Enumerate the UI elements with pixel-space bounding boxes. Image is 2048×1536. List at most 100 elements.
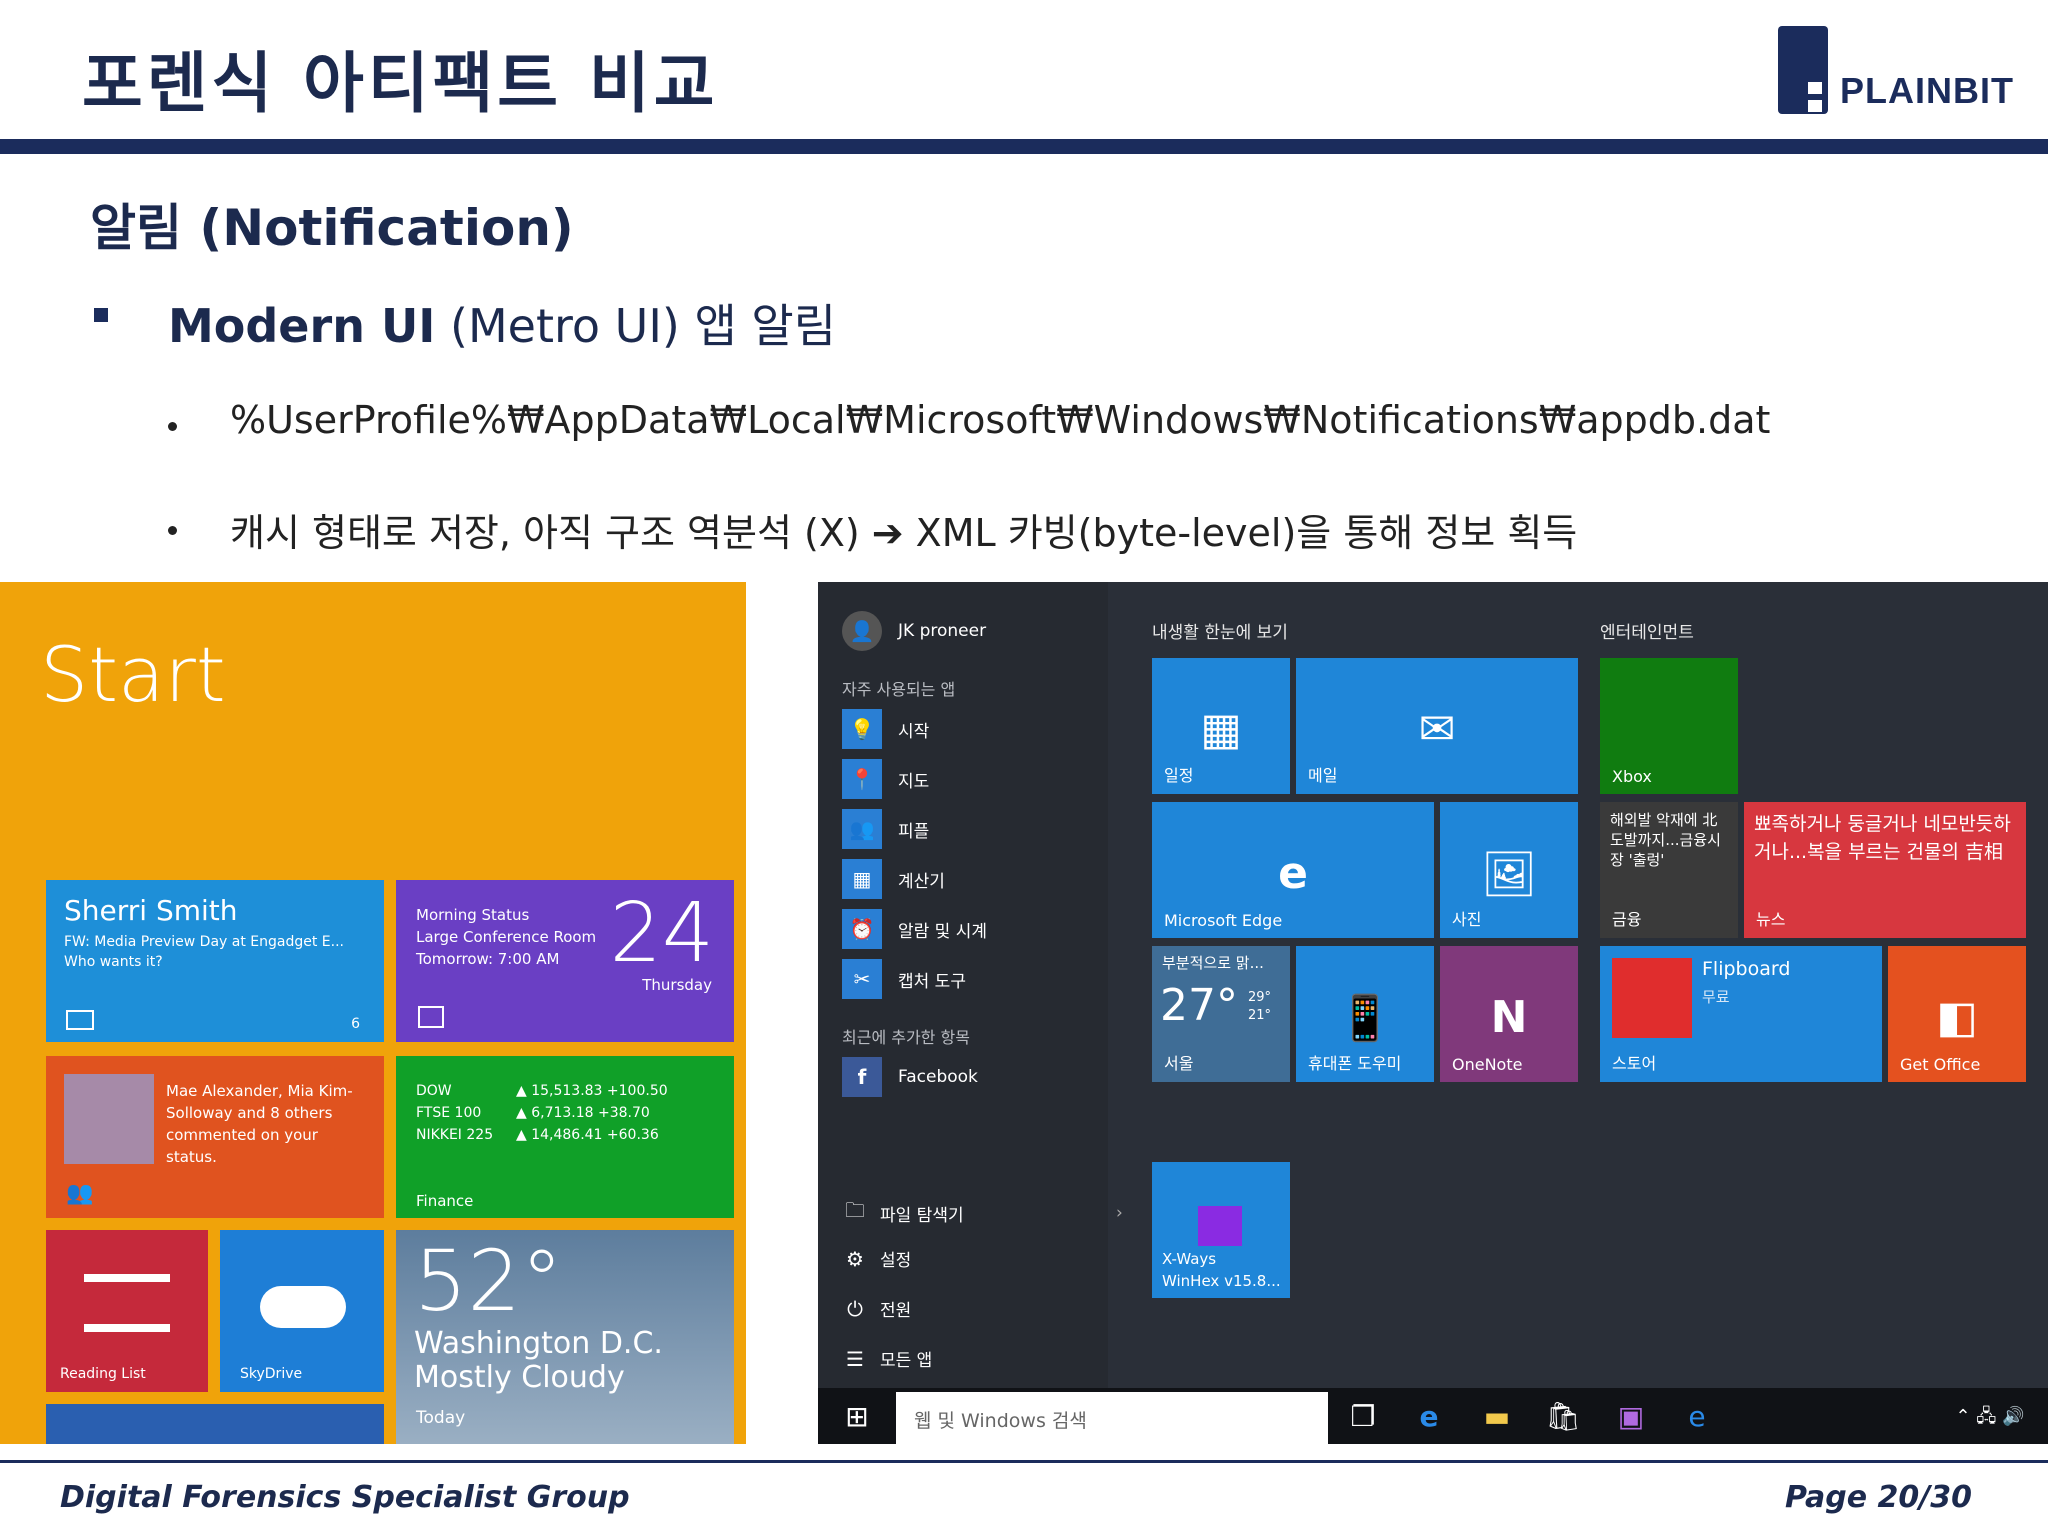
scissors-icon: ✂ — [842, 959, 882, 999]
bullet-bold: Modern UI — [168, 299, 436, 353]
sys-label: 파일 탐색기 — [880, 1205, 964, 1226]
win8-start-screenshot: Start Sherri Smith FW: Media Preview Day… — [0, 582, 746, 1444]
mail-tile[interactable]: Sherri Smith FW: Media Preview Day at En… — [46, 880, 384, 1042]
onenote-tile[interactable]: N OneNote — [1440, 946, 1578, 1082]
settings-item[interactable]: ⚙ 설정 — [842, 1246, 911, 1272]
win10-start-screenshot: 👤 JK proneer 자주 사용되는 앱 💡 시작 📍 지도 👥 피플 ▦ 계산기 … — [818, 582, 2048, 1444]
map-pin-icon: 📍 — [842, 759, 882, 799]
section-heading: 알림 (Notification) — [90, 199, 574, 257]
sys-label: 모든 앱 — [880, 1351, 933, 1371]
xways-tile[interactable]: X-Ways WinHex v15.8... — [1152, 1162, 1290, 1298]
app-label: 알람 및 시계 — [898, 921, 988, 942]
search-placeholder: 웹 및 Windows 검색 — [914, 1410, 1087, 1432]
weather-head: 부분적으로 맑... — [1162, 954, 1264, 972]
power-icon: ⏻ — [847, 1296, 863, 1321]
group-header-life: 내생활 한눈에 보기 — [1152, 623, 1288, 643]
mail-sender: Sherri Smith — [64, 894, 238, 927]
news-tile[interactable]: 뾰족하거나 둥글거나 네모반듯하거나...복을 부르는 건물의 吉相 뉴스 — [1744, 802, 2026, 938]
news-headline: 해외발 악재에 北도발까지...금융시장 '출렁' — [1610, 811, 1721, 869]
task-view-icon[interactable]: ❐ — [1340, 1394, 1386, 1440]
winhex-taskbar-icon[interactable]: ▣ — [1608, 1394, 1654, 1440]
people-notification: Mae Alexander, Mia Kim-Solloway and 8 ot… — [166, 1082, 353, 1166]
tile-label: 휴대폰 도우미 — [1308, 1054, 1402, 1073]
tile-label: 뉴스 — [1756, 910, 1786, 929]
photos-tile[interactable]: 🖼 사진 — [1440, 802, 1578, 938]
flipboard-icon — [1612, 958, 1692, 1038]
flipboard-title: Flipboard — [1702, 958, 1791, 980]
facebook-icon: f — [842, 1057, 882, 1097]
windows-start-icon[interactable]: ⊞ — [834, 1394, 880, 1440]
tile-label: 금융 — [1612, 910, 1642, 929]
tile-label: OneNote — [1452, 1055, 1523, 1074]
folder-icon: 🗀 — [845, 1198, 865, 1222]
phone-companion-tile[interactable]: 📱 휴대폰 도우미 — [1296, 946, 1434, 1082]
app-people[interactable]: 👥 피플 — [842, 808, 929, 850]
app-snipping[interactable]: ✂ 캡처 도구 — [842, 958, 966, 1000]
news-headline: 뾰족하거나 둥글거나 네모반듯하거나...복을 부르는 건물의 吉相 — [1754, 813, 2011, 863]
tile-label: 서울 — [1164, 1054, 1194, 1073]
power-item[interactable]: ⏻ 전원 — [842, 1296, 911, 1322]
app-maps[interactable]: 📍 지도 — [842, 758, 929, 800]
photo-icon: 🖼 — [1481, 849, 1537, 901]
app-tips[interactable]: 💡 시작 — [842, 708, 929, 750]
reading-list-tile[interactable]: Reading List — [46, 1230, 208, 1392]
edge-taskbar-icon[interactable]: e — [1406, 1394, 1452, 1440]
weather-city: Washington D.C. — [414, 1326, 663, 1361]
tile-label: 스토어 — [1612, 1054, 1657, 1073]
reading-list-icon — [84, 1274, 170, 1332]
lightbulb-icon: 💡 — [842, 709, 882, 749]
money-news-tile[interactable]: 해외발 악재에 北도발까지...금융시장 '출렁' 금융 — [1600, 802, 1738, 938]
tile-label: Xbox — [1612, 767, 1652, 786]
people-icon: 👥 — [842, 809, 882, 849]
store-taskbar-icon[interactable]: 🛍 — [1540, 1394, 1586, 1440]
all-apps-item[interactable]: ☰ 모든 앱 — [842, 1346, 933, 1372]
file-explorer-item[interactable]: 🗀 파일 탐색기 › — [842, 1196, 1123, 1230]
header-divider — [0, 139, 2048, 154]
carving-note: 캐시 형태로 저장, 아직 구조 역분석 (X) ➔ XML 카빙(byte-l… — [230, 511, 1578, 555]
reading-list-label: Reading List — [60, 1366, 146, 1382]
edge-tile[interactable]: e Microsoft Edge — [1152, 802, 1434, 938]
logo-mark-icon — [1778, 26, 1828, 114]
finance-row3-value: ▲ 14,486.41 +60.36 — [516, 1127, 659, 1143]
skydrive-tile[interactable]: SkyDrive — [220, 1230, 384, 1392]
mail-subject: FW: Media Preview Day at Engadget E... — [64, 934, 345, 950]
recent-header: 최근에 추가한 항목 — [842, 1028, 970, 1047]
gear-icon: ⚙ — [846, 1246, 864, 1271]
app-alarms[interactable]: ⏰ 알람 및 시계 — [842, 908, 987, 950]
office-icon: ◧ — [1936, 992, 1978, 1044]
finance-tile[interactable]: DOW FTSE 100 NIKKEI 225 ▲ 15,513.83 +100… — [396, 1056, 734, 1218]
store-tile[interactable]: Flipboard 무료 스토어 — [1600, 946, 1882, 1082]
envelope-icon: ✉ — [1418, 704, 1456, 756]
people-tile[interactable]: Mae Alexander, Mia Kim-Solloway and 8 ot… — [46, 1056, 384, 1218]
xbox-tile[interactable]: Xbox — [1600, 658, 1738, 794]
user-avatar-icon: 👤 — [842, 611, 882, 651]
chevron-right-icon: › — [1116, 1203, 1123, 1223]
weather-tile[interactable]: 52° Washington D.C. Mostly Cloudy Today — [396, 1230, 734, 1444]
get-office-tile[interactable]: ◧ Get Office — [1888, 946, 2026, 1082]
ie-taskbar-icon[interactable]: e — [1674, 1394, 1720, 1440]
list-icon: ☰ — [846, 1346, 864, 1371]
file-explorer-taskbar-icon[interactable]: ▬ — [1474, 1394, 1520, 1440]
onenote-icon: N — [1490, 992, 1528, 1044]
calendar-tile[interactable]: Morning Status Large Conference Room Tom… — [396, 880, 734, 1042]
tile-label: 메일 — [1308, 766, 1338, 785]
calendar-tile[interactable]: ▦ 일정 — [1152, 658, 1290, 794]
mail-tile[interactable]: ✉ 메일 — [1296, 658, 1578, 794]
plainbit-logo: PLAINBIT — [1778, 26, 2013, 114]
weather-tile[interactable]: 부분적으로 맑... 27° 29° 21° 서울 — [1152, 946, 1290, 1082]
weather-high: 29° — [1248, 990, 1272, 1005]
tile-label: Get Office — [1900, 1055, 1981, 1074]
weather-temp: 52° — [414, 1232, 563, 1330]
appdb-path: %UserProfile%₩AppData₩Local₩Microsoft₩Wi… — [230, 398, 1771, 442]
partial-tile[interactable] — [46, 1404, 384, 1444]
system-tray-icons[interactable]: ⌃ 🖧 🔊 — [1940, 1394, 2040, 1440]
cal-weekday: Thursday — [642, 976, 712, 994]
app-label: 캡처 도구 — [898, 971, 966, 992]
app-calculator[interactable]: ▦ 계산기 — [842, 858, 945, 900]
weather-today: Today — [416, 1408, 466, 1428]
user-account[interactable]: 👤 JK proneer — [842, 610, 986, 652]
round-bullet-icon — [168, 526, 177, 535]
cal-day: 24 — [609, 886, 714, 981]
app-facebook[interactable]: f Facebook — [842, 1056, 978, 1098]
search-box[interactable]: 웹 및 Windows 검색 — [896, 1392, 1328, 1444]
